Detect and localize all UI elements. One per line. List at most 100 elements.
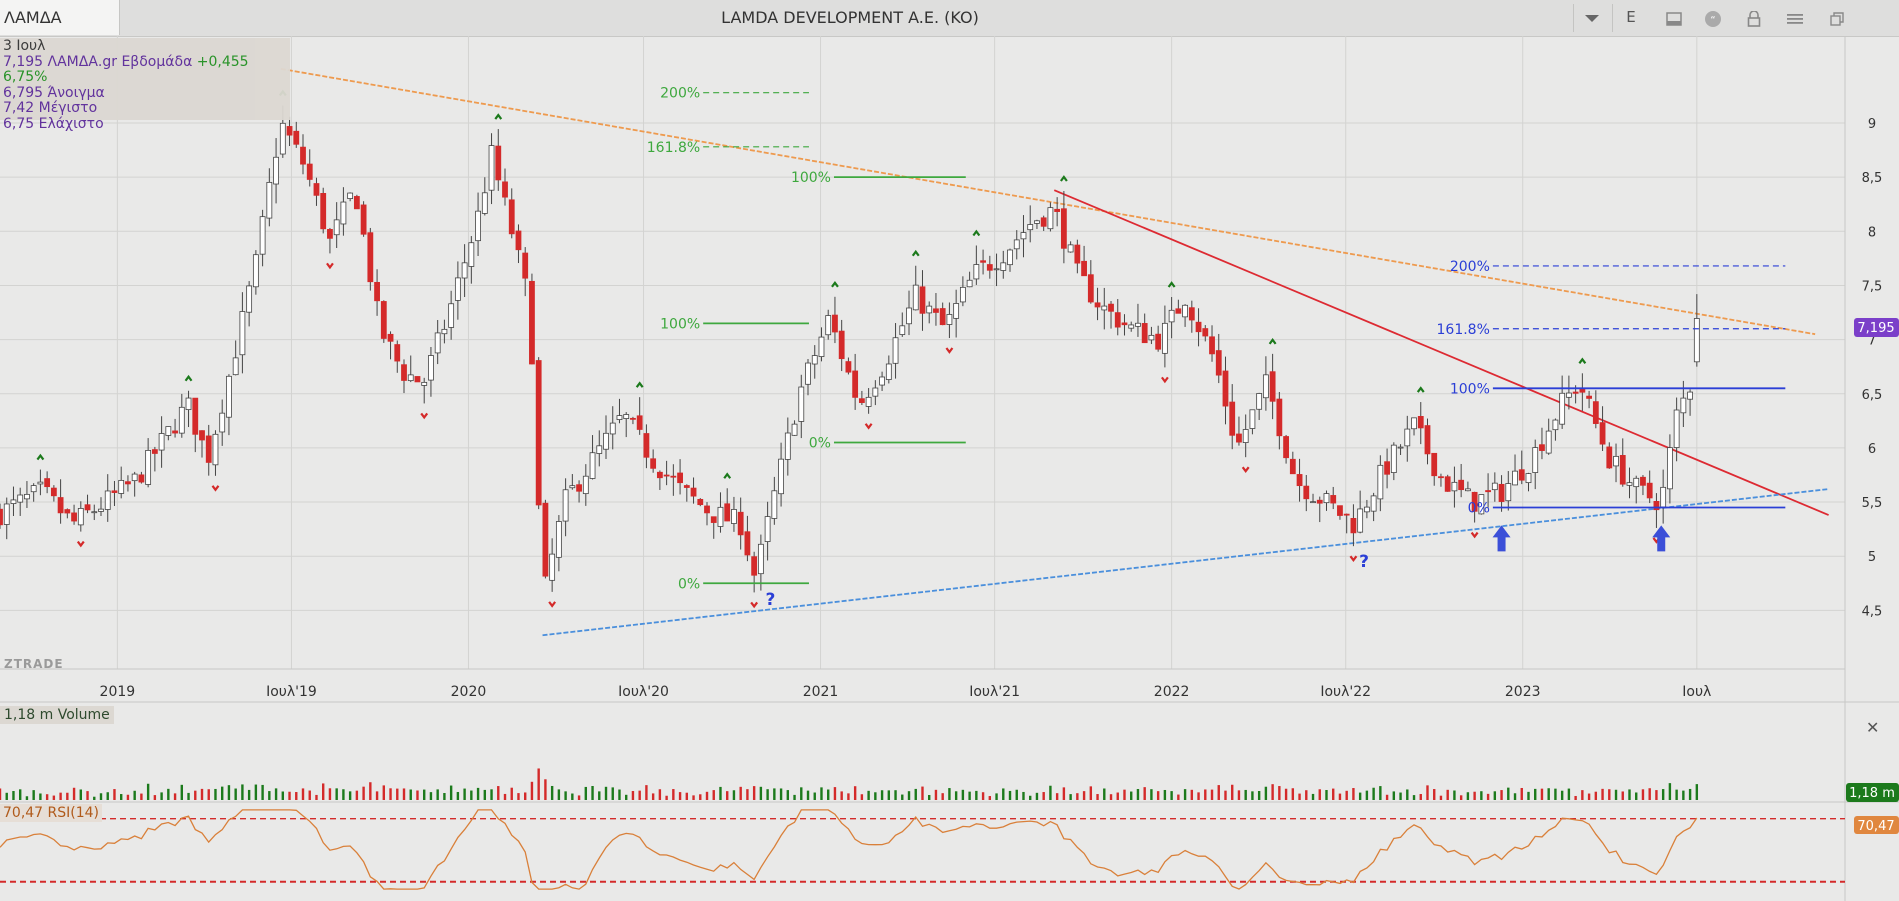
candle-down [1229, 401, 1236, 436]
volume-bar [1520, 787, 1523, 800]
volume-bar [645, 785, 648, 800]
volume-bar [894, 790, 897, 800]
volume-bar [79, 789, 83, 800]
volume-bar [941, 793, 944, 800]
candle-up [1000, 262, 1007, 271]
candle-up [1464, 488, 1471, 492]
volume-bar [348, 791, 352, 800]
price-chart[interactable]: 200% 161.8% 100% 100% 0% 0% 200% 161.8% 100% 0% ?… [0, 36, 1899, 901]
volume-bar [1567, 788, 1571, 800]
candle-up [1357, 508, 1364, 533]
volume-bar [12, 791, 15, 800]
volume-bar [914, 788, 917, 800]
volume-bar [961, 789, 965, 800]
candle-up [1552, 419, 1559, 431]
chevron-down-icon[interactable] [1573, 0, 1611, 35]
volume-bar [1190, 789, 1194, 800]
candle-down [1215, 350, 1222, 376]
candle-up [340, 201, 347, 225]
symbol-input[interactable]: ΛΑΜΔΑ [0, 0, 120, 35]
volume-bar [194, 790, 197, 800]
volume-bar [1493, 791, 1497, 800]
volume-bar [1284, 788, 1288, 800]
fib-label: 161.8% [1437, 322, 1490, 338]
volume-bar [840, 791, 843, 800]
candle-up [959, 286, 966, 303]
candle-down [704, 505, 710, 514]
candle-up [1451, 481, 1458, 492]
volume-bar [678, 792, 682, 800]
candle-up [764, 516, 771, 542]
candle-down [1518, 469, 1525, 481]
volume-bar [604, 786, 608, 800]
candle-up [798, 386, 805, 422]
candle-up [1323, 493, 1330, 504]
candle-down [677, 472, 683, 484]
volume-bar [1103, 788, 1106, 800]
volume-bar [907, 791, 911, 800]
candle-down [1458, 479, 1465, 491]
volume-bar [416, 790, 419, 800]
candle-up [178, 406, 185, 434]
x-tick-label: 2021 [803, 684, 839, 700]
volume-bar [301, 788, 305, 800]
fractal-down-marker [864, 423, 873, 430]
volume-bar [490, 789, 493, 800]
e-button[interactable]: E [1612, 0, 1650, 35]
close-panel-icon[interactable]: ✕ [1866, 718, 1879, 737]
volume-bar [1426, 785, 1429, 800]
lock-icon[interactable] [1735, 0, 1773, 35]
volume-bar [766, 789, 769, 800]
fib-label: 100% [660, 316, 700, 332]
candle-up [434, 332, 441, 354]
candle-up [1007, 249, 1013, 266]
volume-bar [1385, 794, 1389, 800]
candle-down [529, 280, 535, 365]
volume-bar [1116, 792, 1119, 800]
comment-icon[interactable]: “ [1694, 0, 1732, 35]
volume-bar [328, 788, 332, 800]
candle-up [1013, 239, 1020, 250]
volume-bar [1675, 789, 1678, 800]
candle-up [1693, 318, 1700, 363]
volume-bar [1055, 793, 1059, 800]
candle-down [1417, 416, 1424, 429]
volume-bar [699, 794, 702, 800]
candle-up [333, 219, 340, 236]
volume-bar [1581, 790, 1584, 800]
candle-up [1565, 392, 1572, 398]
y-tick-label: 8 [1868, 225, 1876, 240]
candle-up [1660, 486, 1667, 508]
volume-bar [207, 789, 210, 800]
candle-up [145, 450, 152, 485]
volume-bar [1601, 788, 1604, 800]
candle-up [17, 494, 24, 503]
fib-label: 100% [791, 170, 831, 186]
candle-up [966, 279, 973, 288]
candle-down [367, 232, 374, 283]
menu-icon[interactable] [1776, 0, 1814, 35]
volume-bar [806, 790, 810, 800]
candle-down [1592, 401, 1599, 424]
volume-bar [1170, 791, 1173, 800]
candle-down [1444, 476, 1451, 492]
fibonacci-levels: 200% 161.8% 100% 100% 0% 0% 200% 161.8% 100% 0% [647, 86, 1786, 592]
panel-icon[interactable] [1655, 0, 1693, 35]
volume-bar [1271, 784, 1274, 800]
volume-bar [1412, 795, 1416, 800]
volume-bar [1459, 795, 1463, 800]
candle-down [495, 145, 502, 181]
rsi-panel [0, 801, 1899, 890]
candle-down [1296, 474, 1303, 487]
volume-label: 1,18 m Volume [0, 706, 114, 724]
volume-bar [1534, 788, 1537, 800]
volume-bar [375, 791, 379, 800]
restore-window-icon[interactable] [1818, 0, 1856, 35]
candle-up [1633, 477, 1640, 488]
volume-bar [463, 788, 466, 800]
volume-bar [173, 793, 177, 800]
volume-bar [1345, 790, 1348, 800]
candle-up [252, 254, 259, 288]
x-axis: 2019 Ιουλ'19 2020 Ιουλ'20 2021 Ιουλ'21 2022 Ιου… [100, 684, 1712, 700]
candle-up [441, 328, 448, 335]
